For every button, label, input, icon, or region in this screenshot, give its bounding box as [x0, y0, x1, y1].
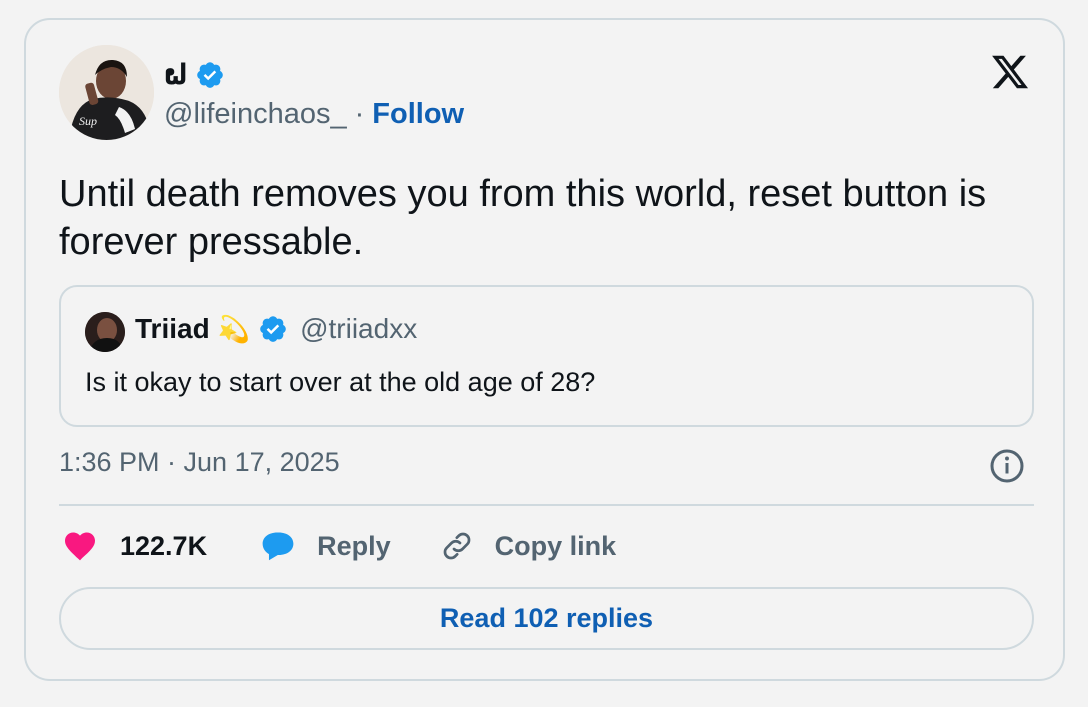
copy-link-label: Copy link: [494, 530, 617, 561]
quoted-author-avatar: [85, 312, 125, 352]
like-count: 122.7K: [120, 530, 208, 561]
svg-text:Sup: Sup: [79, 114, 97, 128]
author-display-name[interactable]: ຝ: [164, 58, 187, 91]
x-logo-icon[interactable]: [987, 52, 1033, 92]
tweet-text: Until death removes you from this world,…: [59, 173, 987, 263]
heart-icon: [62, 528, 98, 564]
read-replies-label: Read 102 replies: [439, 603, 654, 633]
info-icon[interactable]: [989, 448, 1025, 484]
copy-link-button[interactable]: Copy link: [439, 528, 617, 564]
dizzy-emoji: 💫: [217, 313, 251, 344]
follow-button[interactable]: Follow: [372, 98, 464, 131]
reply-button[interactable]: Reply: [259, 528, 391, 564]
quoted-tweet[interactable]: Triiad 💫 @triiadxx Is it okay to start o…: [59, 285, 1034, 427]
like-button[interactable]: 122.7K: [62, 528, 207, 564]
quoted-handle: @triiadxx: [300, 313, 418, 344]
tweet-embed-card: Sup ຝ @lifeinchaos_ · Follow Until death…: [24, 18, 1065, 681]
reply-bubble-icon: [259, 528, 297, 564]
link-icon: [439, 528, 475, 564]
author-handle-row: @lifeinchaos_ · Follow: [164, 98, 464, 131]
tweet-timestamp[interactable]: 1:36 PM · Jun 17, 2025: [59, 447, 340, 478]
reply-label: Reply: [317, 530, 391, 561]
author-name-row: ຝ: [164, 58, 225, 91]
author-handle[interactable]: @lifeinchaos_: [164, 98, 347, 131]
action-bar: 122.7K Reply Copy link: [62, 528, 616, 564]
quoted-name-row: Triiad 💫 @triiadxx: [135, 313, 417, 345]
verified-badge-icon: [258, 314, 288, 344]
quoted-tweet-text: Is it okay to start over at the old age …: [85, 367, 596, 397]
divider: [59, 504, 1034, 506]
read-replies-button[interactable]: Read 102 replies: [59, 587, 1034, 650]
quoted-display-name: Triiad: [135, 313, 210, 344]
author-avatar[interactable]: Sup: [59, 45, 154, 140]
separator-dot: ·: [354, 98, 365, 130]
verified-badge-icon: [195, 60, 225, 90]
